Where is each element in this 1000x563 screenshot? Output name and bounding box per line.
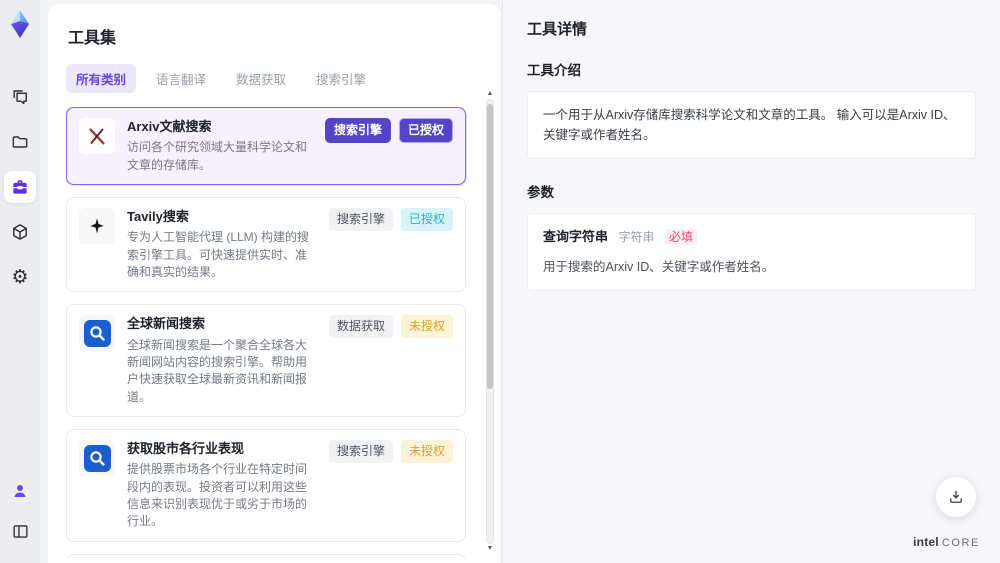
params-heading: 参数: [527, 185, 554, 200]
intel-brand-text: intel: [913, 535, 939, 549]
auth-badge: 已授权: [398, 118, 453, 143]
category-badge: 搜索引擎: [324, 118, 391, 143]
tool-badges: 数据获取 未授权: [328, 315, 453, 406]
folder-icon: [12, 136, 28, 148]
category-tabs: 所有类别 语言翻译 数据获取 搜索引擎: [66, 64, 480, 93]
detail-title: 工具详情: [527, 21, 588, 38]
tool-body: 全球新闻搜索全球新闻搜索是一个聚合全球各大新闻网站内容的搜索引擎。帮助用户快速获…: [127, 315, 317, 406]
tool-name: 全球新闻搜索: [127, 316, 206, 332]
gear-icon: ⚙: [11, 266, 29, 288]
tool-body: Arxiv文献搜索访问各个研究领域大量科学论文和文章的存储库。: [127, 118, 313, 174]
sidebar-item-tools[interactable]: [4, 171, 36, 203]
app-sidebar: ⚙: [0, 0, 40, 563]
param-required-badge: 必填: [665, 229, 698, 245]
sidebar-item-chat[interactable]: [4, 81, 36, 113]
category-badge: 搜索引擎: [328, 207, 393, 231]
tool-icon-wrap: [79, 118, 115, 154]
sidebar-item-folder[interactable]: [4, 126, 36, 158]
cube-icon: [13, 224, 27, 240]
sidebar-toggle-icon: [12, 524, 28, 538]
tool-desc: 访问各个研究领域大量科学论文和文章的存储库。: [127, 140, 308, 172]
param-header: 查询字符串 字符串 必填: [543, 227, 960, 248]
search-app-icon: [83, 319, 111, 347]
sidebar-item-profile[interactable]: [4, 475, 36, 507]
tool-desc: 全球新闻搜索是一个聚合全球各大新闻网站内容的搜索引擎。帮助用户快速获取全球最新资…: [127, 337, 308, 404]
tool-badges: 搜索引擎 已授权: [324, 118, 453, 174]
param-type: 字符串: [618, 230, 655, 244]
tool-card-1[interactable]: Tavily搜索专为人工智能代理 (LLM) 构建的搜索引擎工具。可快速提供实时…: [66, 196, 466, 293]
auth-badge: 未授权: [400, 315, 453, 339]
tab-2[interactable]: 数据获取: [226, 64, 296, 93]
sidebar-item-panel-toggle[interactable]: [4, 515, 36, 547]
tab-3[interactable]: 搜索引擎: [306, 64, 376, 93]
core-brand-text: core: [941, 537, 980, 549]
tool-list: Arxiv文献搜索 访问各个研究领域大量科学论文和文章的存储库。 搜索引擎 已授权 Ta…: [66, 107, 480, 559]
scrollbar-track[interactable]: [486, 99, 494, 544]
tool-badges: 搜索引擎 未授权: [328, 440, 453, 531]
search-app-icon: [83, 444, 111, 472]
tool-card-4[interactable]: 获取市场最活跃股票信息提供当天交易量最高的股票列表，投资者可以利用这些信息来识别…: [66, 553, 466, 559]
sidebar-item-settings[interactable]: ⚙: [4, 261, 36, 293]
list-scrollbar[interactable]: ▲ ▼: [485, 90, 495, 553]
toolbox-icon: [13, 180, 27, 194]
tab-1[interactable]: 语言翻译: [146, 64, 216, 93]
category-badge: 数据获取: [328, 315, 393, 339]
user-avatar-icon: [14, 485, 26, 497]
tool-card-2[interactable]: 全球新闻搜索全球新闻搜索是一个聚合全球各大新闻网站内容的搜索引擎。帮助用户快速获…: [66, 304, 466, 418]
app-logo-icon: [11, 10, 29, 38]
sidebar-item-packages[interactable]: [4, 216, 36, 248]
tool-desc: 专为人工智能代理 (LLM) 构建的搜索引擎工具。可快速提供实时、准确和真实的结…: [127, 230, 310, 279]
intel-core-logo: intel core: [913, 535, 980, 549]
auth-badge: 已授权: [400, 207, 453, 231]
category-badge: 搜索引擎: [328, 440, 393, 463]
tool-icon-wrap: [79, 440, 115, 477]
tool-desc: 提供股票市场各个行业在特定时间段内的表现。投资者可以利用这些信息来识别表现优于或…: [127, 462, 308, 529]
tool-list-panel: 工具集 所有类别 语言翻译 数据获取 搜索引擎 Arxiv文献搜索 访问各个研究领域大量…: [48, 4, 500, 563]
tool-name: Tavily搜索: [127, 208, 189, 224]
tool-name: Arxiv文献搜索: [127, 119, 212, 134]
auth-badge: 未授权: [400, 440, 453, 463]
sparkle-icon: [90, 218, 104, 234]
tool-icon-wrap: [79, 207, 115, 244]
scroll-up-icon[interactable]: ▲: [487, 90, 494, 98]
tool-detail-panel: 工具详情 工具介绍 一个用于从Arxiv存储库搜索科学论文和文章的工具。 输入可…: [502, 0, 1000, 563]
scroll-down-icon[interactable]: ▼: [487, 545, 494, 553]
download-icon: [950, 490, 962, 503]
chat-icon: [13, 90, 27, 105]
tool-icon-wrap: [79, 315, 115, 352]
download-button[interactable]: [936, 477, 976, 517]
tool-badges: 搜索引擎 已授权: [328, 207, 453, 281]
param-name: 查询字符串: [543, 229, 609, 244]
param-desc: 用于搜索的Arxiv ID、关键字或作者姓名。: [543, 259, 775, 274]
tool-body: 获取股市各行业表现提供股票市场各个行业在特定时间段内的表现。投资者可以利用这些信…: [127, 440, 317, 531]
intro-heading: 工具介绍: [527, 63, 581, 78]
intro-text-box: 一个用于从Arxiv存储库搜索科学论文和文章的工具。 输入可以是Arxiv ID…: [527, 91, 976, 159]
tool-card-3[interactable]: 获取股市各行业表现提供股票市场各个行业在特定时间段内的表现。投资者可以利用这些信…: [66, 429, 466, 542]
param-box: 查询字符串 字符串 必填 用于搜索的Arxiv ID、关键字或作者姓名。: [527, 213, 976, 291]
tool-body: Tavily搜索专为人工智能代理 (LLM) 构建的搜索引擎工具。可快速提供实时…: [127, 208, 317, 281]
scrollbar-thumb[interactable]: [487, 104, 493, 389]
intro-text: 一个用于从Arxiv存储库搜索科学论文和文章的工具。 输入可以是Arxiv ID…: [543, 108, 956, 142]
page-title: 工具集: [68, 30, 117, 47]
arxiv-logo-icon: [89, 128, 105, 145]
tool-name: 获取股市各行业表现: [127, 441, 245, 457]
tool-card-0[interactable]: Arxiv文献搜索访问各个研究领域大量科学论文和文章的存储库。 搜索引擎 已授权: [66, 107, 466, 185]
tab-0[interactable]: 所有类别: [66, 64, 137, 93]
